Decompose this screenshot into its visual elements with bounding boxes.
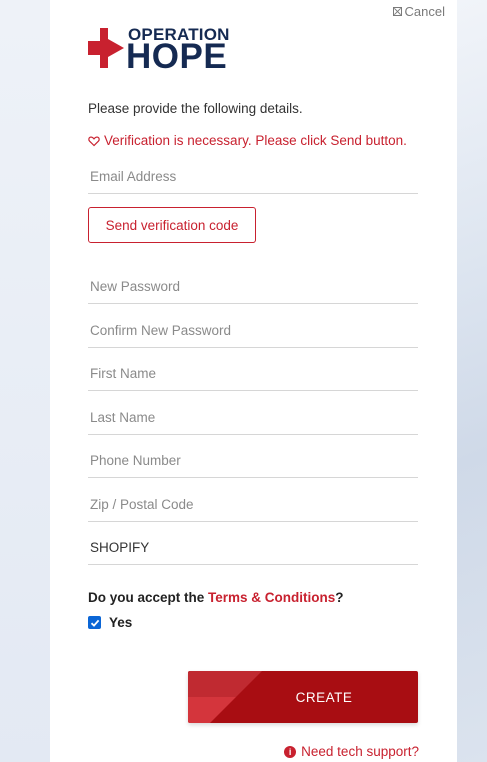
verification-message: Verification is necessary. Please click … — [88, 133, 407, 148]
confirm-password-field[interactable] — [88, 314, 418, 348]
support-label: Need tech support? — [301, 744, 419, 759]
heart-icon — [88, 135, 100, 146]
first-name-field[interactable] — [88, 357, 418, 391]
new-password-field[interactable] — [88, 270, 418, 304]
close-icon — [392, 7, 402, 16]
email-field[interactable] — [88, 160, 418, 194]
accept-checkbox[interactable] — [88, 616, 101, 629]
terms-question: Do you accept the Terms & Conditions? — [88, 590, 344, 605]
arrow-logo-icon — [88, 28, 124, 68]
accept-row[interactable]: Yes — [88, 615, 132, 630]
source-field[interactable] — [88, 531, 418, 565]
operation-hope-logo: OPERATION HOPE — [88, 25, 248, 75]
logo-line2: HOPE — [126, 37, 228, 76]
background-right — [457, 0, 487, 762]
terms-link[interactable]: Terms & Conditions — [208, 590, 335, 605]
terms-suffix: ? — [335, 590, 344, 605]
create-label: CREATE — [295, 689, 353, 705]
cancel-label: Cancel — [404, 4, 445, 19]
create-button[interactable]: CREATE — [188, 671, 418, 723]
info-icon: i — [284, 745, 297, 758]
cancel-button[interactable]: Cancel — [392, 4, 445, 19]
last-name-field[interactable] — [88, 401, 418, 435]
verification-text: Verification is necessary. Please click … — [104, 133, 407, 148]
signup-panel: Cancel OPERATION HOPE Please provide the… — [50, 0, 457, 762]
button-accent-shape — [188, 671, 262, 723]
send-verification-button[interactable]: Send verification code — [88, 207, 256, 243]
intro-text: Please provide the following details. — [88, 101, 303, 116]
zip-field[interactable] — [88, 488, 418, 522]
phone-field[interactable] — [88, 444, 418, 478]
background-left — [0, 0, 50, 762]
terms-prefix: Do you accept the — [88, 590, 209, 605]
accept-label: Yes — [109, 615, 133, 630]
tech-support-link[interactable]: i Need tech support? — [284, 744, 419, 759]
checkmark-icon — [90, 619, 99, 627]
